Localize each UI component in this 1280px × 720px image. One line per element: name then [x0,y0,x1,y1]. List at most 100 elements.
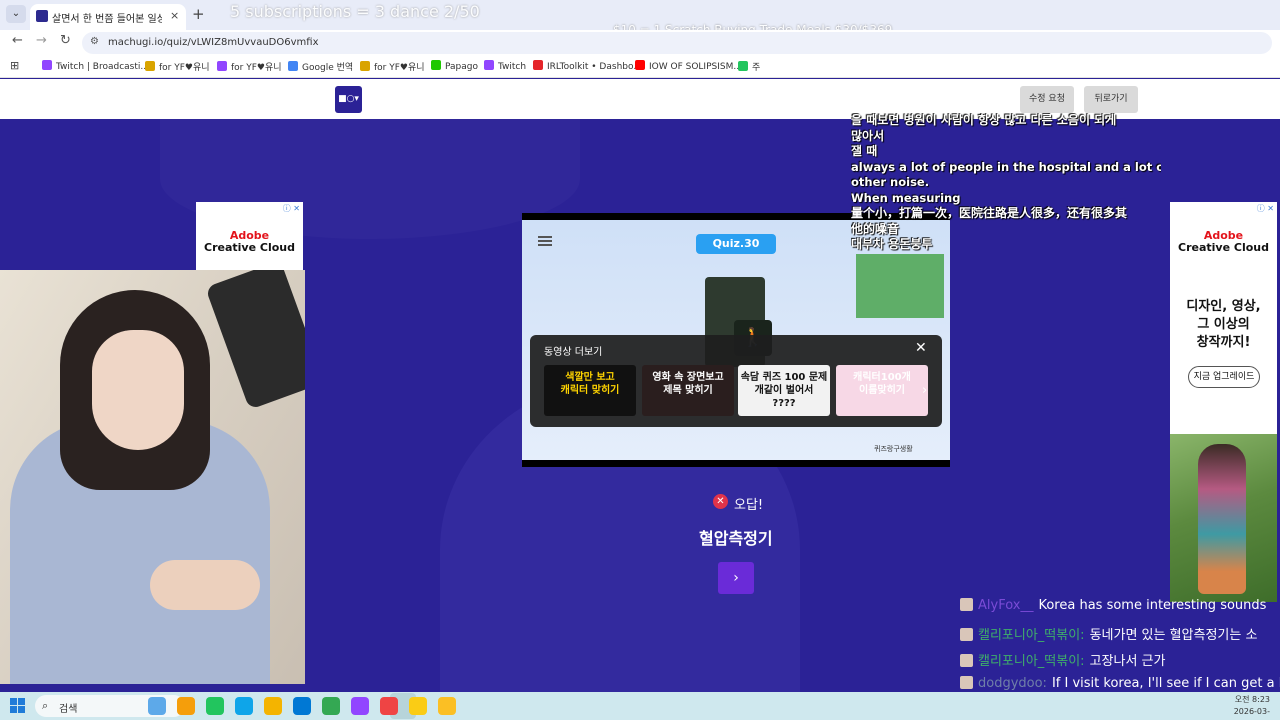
taskbar-app-icon[interactable] [322,697,340,715]
bookmark-item[interactable]: IOW OF SOLIPSISM... [635,60,742,72]
subtitle-line: 을 때보면 병원이 사람이 항상 많고 다른 소음이 되게 [851,113,1117,127]
windows-taskbar: ⌕ 검색 오전 8:23 2026-03-20 [0,692,1280,720]
ad-brand-logo: Adobe Creative Cloud [1178,229,1269,254]
bookmark-icon [484,60,494,70]
tab-bar: ⌄ 살면서 한 번쯤 들어본 일상 소... × + 5 subscriptio… [0,0,1280,37]
stream-goal-overlay: 5 subscriptions = 3 dance 2/50 [230,2,480,21]
ad-brand-logo: Adobe Creative Cloud [204,229,295,254]
chat-message: 캘리포니아_떡볶이: 고장나서 근가 [960,650,1280,670]
chat-text: 동네가면 있는 혈압측정기는 소 [1089,628,1258,643]
ad-model-figure [1198,444,1246,594]
bookmark-item[interactable]: Twitch | Broadcasti... [42,60,149,72]
taskbar-app-icon[interactable] [351,697,369,715]
streamer-face [92,330,184,450]
left-ad-banner[interactable]: ⓘ ✕ Adobe Creative Cloud [196,202,303,270]
bookmark-item[interactable]: 주 [738,60,760,73]
subtitle-line: When measuring [851,190,961,205]
microphone-arm [205,270,305,410]
translation-subtitles: 을 때보면 병원이 사람이 항상 많고 다른 소음이 되게 많아서 잴 때 alway… [851,113,1161,253]
bookmark-item[interactable]: Twitch [484,60,526,72]
bookmarks-bar: ⊞ Twitch | Broadcasti... for YF♥유니 for Y… [0,56,1280,78]
ad-photo [1170,434,1277,602]
right-ad-banner[interactable]: ⓘ ✕ Adobe Creative Cloud 디자인, 영상, 그 이상의 창… [1170,202,1277,602]
bookmark-item[interactable]: for YF♥유니 [360,60,425,73]
taskbar-app-icon[interactable] [409,697,427,715]
tab-title: 살면서 한 번쯤 들어본 일상 소... [52,14,162,25]
video-card[interactable]: 캐릭터100개 이름맞히기 [836,365,928,416]
ad-info-icon[interactable]: ⓘ ✕ [1257,203,1274,214]
video-card[interactable]: 색깔만 보고 캐릭터 맞히기 [544,365,636,416]
chat-text: 고장나서 근가 [1089,654,1166,669]
edit-request-button[interactable]: 수정 요청 [1020,86,1074,113]
next-question-button[interactable]: › [718,562,754,594]
chat-message: 캘리포니아_떡볶이: 동네가면 있는 혈압측정기는 소 [960,624,1280,644]
url-text: machugi.io/quiz/vLWIZ8mUvvauDO6vmfix [108,37,319,48]
browser-toolbar: ← → ↻ ⚙ machugi.io/quiz/vLWIZ8mUvvauDO6v… [0,30,1280,56]
chat-username: 캘리포니아_떡볶이: [978,654,1085,669]
menu-icon[interactable] [538,236,552,246]
taskbar-app-icon[interactable] [148,697,166,715]
bookmark-icon [217,61,227,71]
subtitle-line: 量个小，打篇一次，医院往路是人很多，还有很多其 [851,206,1128,220]
channel-credit: 퀴즈랑구생활 [874,445,913,453]
taskbar-app-icon[interactable] [380,697,398,715]
chat-username: AlyFox__ [978,598,1034,613]
close-icon[interactable]: ✕ [915,340,927,356]
forward-button[interactable]: → [36,33,47,48]
bookmark-icon [360,61,370,71]
correct-answer-text: 혈압측정기 [699,529,773,548]
bookmark-item[interactable]: Google 번역 [288,60,353,73]
new-tab-button[interactable]: + [192,5,205,23]
tab-search-button[interactable]: ⌄ [6,5,26,23]
video-card[interactable]: 속담 퀴즈 100 문제 개같이 벌어서 ???? [738,365,830,416]
tab-close-icon[interactable]: × [170,9,179,22]
chat-text: Korea has some interesting sounds [1038,598,1267,613]
wrong-answer-label: 오답! [734,498,764,513]
go-back-button[interactable]: 뒤로가기 [1084,86,1138,113]
chat-badge-icon [960,676,973,689]
site-info-icon[interactable]: ⚙ [90,36,99,47]
subtitle-line: 대부차 용돈붕투 [851,237,933,251]
video-card[interactable]: 영화 속 장면보고 제목 맞히기 [642,365,734,416]
windows-start-icon[interactable] [10,698,26,714]
streamer-webcam [0,270,305,684]
taskbar-app-icon[interactable] [438,697,456,715]
taskbar-app-icon[interactable] [235,697,253,715]
chat-username: 캘리포니아_떡볶이: [978,628,1085,643]
subtitle-line: 잴 때 [851,144,878,158]
site-logo[interactable]: ■○▾ [335,86,362,113]
bookmark-icon [42,60,52,70]
bookmark-icon [533,60,543,70]
tab-active[interactable]: 살면서 한 번쯤 들어본 일상 소... × [30,4,186,30]
address-bar[interactable]: ⚙ machugi.io/quiz/vLWIZ8mUvvauDO6vmfix [82,32,1272,54]
taskbar-clock[interactable]: 오전 8:23 2026-03-20 [1224,694,1270,720]
taskbar-app-icon[interactable] [293,697,311,715]
ad-upgrade-button[interactable]: 지금 업그레이드 [1188,366,1260,388]
more-videos-title: 동영상 더보기 [544,347,603,358]
bookmark-icon [431,60,441,70]
subtitle-line: 他的噪音 [851,221,900,236]
ad-copy: 디자인, 영상, 그 이상의 창작까지! [1186,299,1261,350]
search-icon: ⌕ [42,699,49,712]
bookmark-item[interactable]: for YF♥유니 [217,60,282,73]
more-videos-panel: 동영상 더보기 ✕ 색깔만 보고 캐릭터 맞히기 영화 속 장면보고 제목 맞히기… [530,335,942,427]
back-button[interactable]: ← [12,33,23,48]
bookmark-item[interactable]: Papago [431,60,478,72]
streamer-hands [150,560,260,610]
video-thumbnail [856,254,944,318]
ad-info-icon[interactable]: ⓘ ✕ [283,203,300,214]
chat-badge-icon [960,654,973,667]
bookmark-item[interactable]: for YF♥유니 [145,60,210,73]
bookmark-item[interactable]: IRLToolkit • Dashbo... [533,60,642,72]
reload-button[interactable]: ↻ [60,33,71,48]
subtitle-line: other noise. [851,175,930,189]
apps-grid-icon[interactable]: ⊞ [10,59,19,72]
chat-username: dodgydoo: [978,676,1047,691]
chevron-right-icon[interactable]: › [922,383,927,398]
taskbar-app-icon[interactable] [177,697,195,715]
favicon-icon [36,10,48,22]
bookmark-icon [145,61,155,71]
taskbar-app-icon[interactable] [206,697,224,715]
taskbar-app-icon[interactable] [264,697,282,715]
search-placeholder: 검색 [59,704,78,715]
